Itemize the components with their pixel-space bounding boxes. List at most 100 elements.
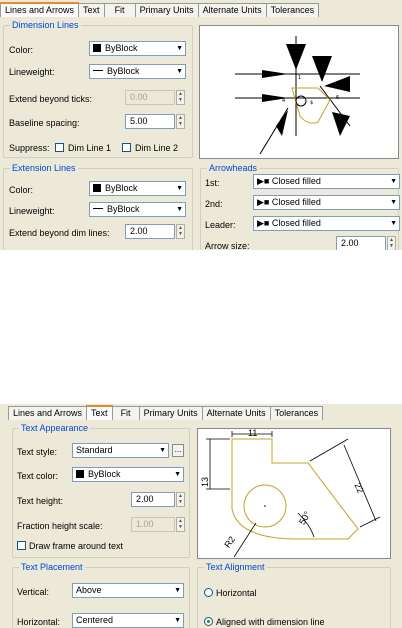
- tab-fit[interactable]: Fit: [103, 3, 136, 17]
- leader-arrow-select[interactable]: ▶■ Closed filled ▼: [253, 216, 400, 231]
- arrow-size-spinner[interactable]: ▲ ▼: [387, 236, 396, 250]
- svg-text:6: 6: [336, 95, 339, 101]
- text-height-label: Text height:: [17, 496, 64, 506]
- vertical-label: Vertical:: [17, 587, 50, 597]
- extend-dim-lines-label: Extend beyond dim lines:: [9, 228, 110, 238]
- lineweight-value: ByBlock: [107, 66, 140, 76]
- text-color-select[interactable]: ByBlock ▼: [72, 467, 184, 482]
- group-title: Text Appearance: [19, 423, 91, 433]
- second-arrow-select[interactable]: ▶■ Closed filled ▼: [253, 195, 400, 210]
- tab-alternate-units[interactable]: Alternate Units: [197, 3, 267, 17]
- extend-ticks-spinner[interactable]: ▲ ▼: [176, 90, 185, 105]
- chevron-down-icon: ▼: [174, 587, 181, 594]
- chevron-down-icon: ▼: [159, 447, 166, 454]
- dim-line-color-select[interactable]: ByBlock ▼: [89, 41, 186, 56]
- ext-lineweight-label: Lineweight:: [9, 206, 55, 216]
- extend-dim-lines-input[interactable]: 2.00: [125, 224, 175, 239]
- text-color-value: ByBlock: [88, 469, 121, 479]
- color-label: Color:: [9, 45, 34, 55]
- horizontal-placement-select[interactable]: Centered ▼: [72, 613, 184, 628]
- ext-line-color-select[interactable]: ByBlock ▼: [89, 181, 186, 196]
- svg-text:$: $: [310, 100, 313, 106]
- suppress-label: Suppress:: [9, 143, 50, 153]
- lineweight-value: ByBlock: [107, 204, 140, 214]
- chevron-down-icon: ▼: [176, 206, 183, 213]
- color-value: ByBlock: [105, 183, 138, 193]
- chevron-down-icon: ▼: [176, 185, 183, 192]
- baseline-spacing-input[interactable]: 5.00: [125, 114, 175, 129]
- extend-ticks-input[interactable]: 0.00: [125, 90, 175, 105]
- first-arrow-label: 1st:: [205, 178, 220, 188]
- group-title: Arrowheads: [207, 163, 260, 173]
- aligned-dimension-label: Aligned with dimension line: [216, 617, 325, 627]
- chevron-down-icon: ▼: [390, 199, 397, 206]
- dim-line-1-label: Dim Line 1: [68, 143, 112, 153]
- horizontal-alignment-label: Horizontal: [216, 588, 257, 598]
- chevron-down-icon: ▼: [174, 617, 181, 624]
- tab-primary-units[interactable]: Primary Units: [138, 406, 203, 420]
- text-preview: 11 13 22 50° R2: [197, 428, 391, 559]
- chevron-down-icon: ▼: [176, 45, 183, 52]
- arrow-size-input[interactable]: 2.00: [336, 236, 386, 250]
- closed-filled-arrow-icon: ▶■: [257, 218, 272, 228]
- text-color-label: Text color:: [17, 471, 59, 481]
- second-arrow-label: 2nd:: [205, 199, 223, 209]
- closed-filled-arrow-icon: ▶■: [257, 176, 272, 186]
- dim-line-2-label: Dim Line 2: [135, 143, 179, 153]
- extend-ticks-label: Extend beyond ticks:: [9, 94, 93, 104]
- tab-primary-units[interactable]: Primary Units: [134, 3, 199, 17]
- tab-tolerances[interactable]: Tolerances: [269, 406, 324, 420]
- chevron-down-icon: ▼: [390, 178, 397, 185]
- text-height-input[interactable]: 2.00: [131, 492, 175, 507]
- tab-text[interactable]: Text: [78, 3, 105, 17]
- draw-frame-label: Draw frame around text: [29, 541, 124, 551]
- dim-line-2-checkbox[interactable]: [122, 143, 131, 152]
- tab-tolerances[interactable]: Tolerances: [265, 3, 320, 17]
- dim-line-1-checkbox[interactable]: [55, 143, 64, 152]
- baseline-spacing-spinner[interactable]: ▲ ▼: [176, 114, 185, 129]
- text-dialog: Lines and Arrows Text Fit Primary Units …: [0, 404, 402, 628]
- color-value: ByBlock: [105, 43, 138, 53]
- text-style-value: Standard: [76, 445, 113, 455]
- lineweight-label: Lineweight:: [9, 67, 55, 77]
- tab-alternate-units[interactable]: Alternate Units: [201, 406, 271, 420]
- text-style-select[interactable]: Standard ▼: [72, 443, 169, 458]
- chevron-down-icon: ▼: [174, 471, 181, 478]
- arrow-size-label: Arrow size:: [205, 241, 250, 250]
- chevron-down-icon: ▼: [390, 220, 397, 227]
- text-height-spinner[interactable]: ▲ ▼: [176, 492, 185, 507]
- vertical-value: Above: [76, 585, 102, 595]
- browse-text-style-button[interactable]: ...: [172, 444, 184, 457]
- lines-arrows-preview: 1 4 6 $: [199, 25, 399, 159]
- tab-fit[interactable]: Fit: [111, 406, 140, 420]
- extend-dim-lines-spinner[interactable]: ▲ ▼: [176, 224, 185, 239]
- chevron-down-icon: ▼: [176, 68, 183, 75]
- baseline-spacing-label: Baseline spacing:: [9, 118, 80, 128]
- ext-line-lineweight-select[interactable]: ByBlock ▼: [89, 202, 186, 217]
- first-arrow-select[interactable]: ▶■ Closed filled ▼: [253, 174, 400, 189]
- lineweight-icon: [93, 208, 103, 209]
- aligned-dimension-radio[interactable]: [204, 617, 213, 626]
- horizontal-value: Centered: [76, 615, 114, 625]
- group-title: Text Placement: [19, 562, 85, 572]
- leader-arrow-label: Leader:: [205, 220, 236, 230]
- vertical-placement-select[interactable]: Above ▼: [72, 583, 184, 598]
- second-arrow-value: Closed filled: [271, 197, 321, 207]
- tab-lines-and-arrows[interactable]: Lines and Arrows: [0, 2, 80, 17]
- text-style-label: Text style:: [17, 447, 58, 457]
- leader-arrow-value: Closed filled: [271, 218, 321, 228]
- preview-drawing: 1 4 6 $: [235, 36, 360, 155]
- fraction-height-spinner[interactable]: ▲ ▼: [176, 517, 185, 532]
- tab-text[interactable]: Text: [86, 405, 113, 420]
- first-arrow-value: Closed filled: [271, 176, 321, 186]
- fraction-height-input[interactable]: 1.00: [131, 517, 175, 532]
- horizontal-alignment-radio[interactable]: [204, 588, 213, 597]
- draw-frame-checkbox[interactable]: [17, 541, 26, 550]
- group-title: Text Alignment: [204, 562, 267, 572]
- color-swatch: [93, 184, 101, 192]
- tab-lines-and-arrows[interactable]: Lines and Arrows: [8, 406, 88, 420]
- fraction-height-label: Fraction height scale:: [17, 521, 103, 531]
- dim-line-lineweight-select[interactable]: ByBlock ▼: [89, 64, 186, 79]
- horizontal-label: Horizontal:: [17, 617, 61, 627]
- preview-dim-13: 13: [200, 476, 211, 488]
